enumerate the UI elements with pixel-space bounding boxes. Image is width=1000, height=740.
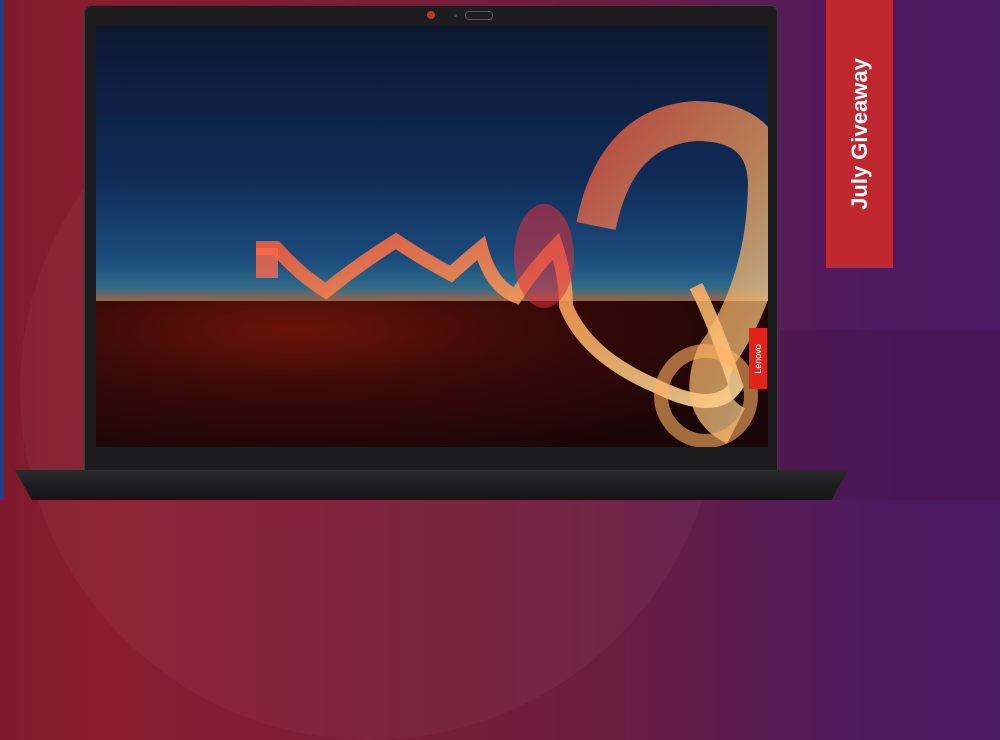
left-edge-stripe — [0, 0, 4, 500]
laptop-base — [15, 470, 848, 500]
laptop-screen-wallpaper: Lenovo — [96, 26, 768, 447]
light-trail-graphic — [256, 100, 768, 447]
lenovo-logo-text: Lenovo — [753, 343, 763, 374]
privacy-shutter — [465, 11, 493, 20]
giveaway-banner: July Giveaway — [826, 0, 893, 268]
laptop-lid: Lenovo — [84, 5, 778, 472]
lenovo-logo-badge: Lenovo — [749, 328, 767, 389]
camera-indicator — [454, 14, 457, 17]
webcam-icon — [427, 11, 435, 19]
giveaway-banner-text: July Giveaway — [846, 58, 872, 210]
